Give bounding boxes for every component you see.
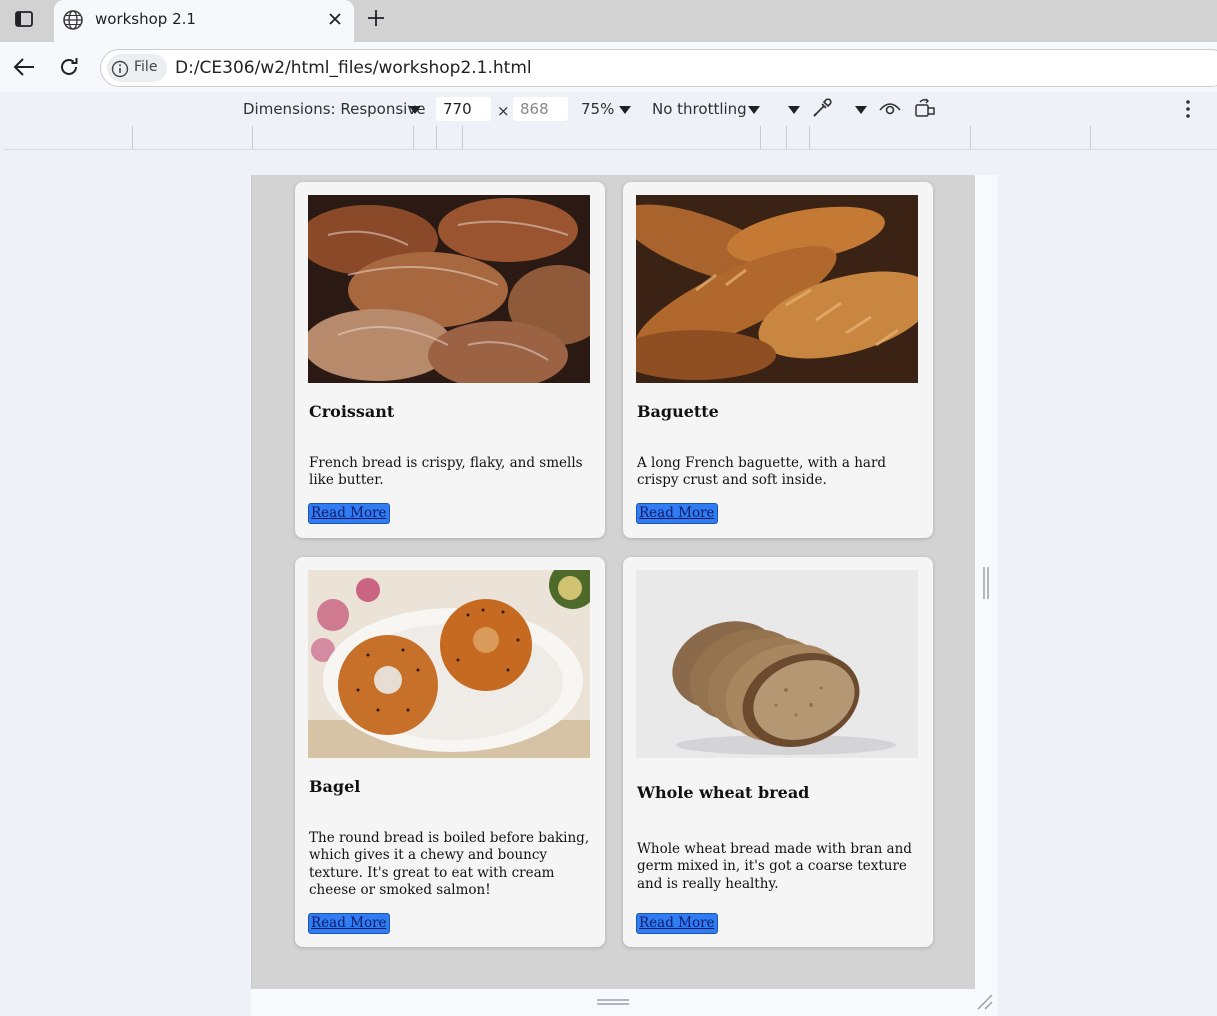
card-description: Whole wheat bread made with bran and ger…	[637, 841, 912, 892]
card-description: French bread is crispy, flaky, and smell…	[309, 455, 583, 489]
reload-icon[interactable]	[57, 55, 81, 79]
chevron-down-icon[interactable]	[408, 105, 422, 115]
info-icon	[111, 60, 129, 78]
rotate-device-icon[interactable]	[913, 97, 937, 119]
read-more-button[interactable]: Read More	[308, 913, 390, 934]
site-info-chip[interactable]: File	[107, 54, 167, 82]
browser-toolbar: File D:/CE306/w2/html_files/workshop2.1.…	[0, 42, 1217, 92]
product-card: Croissant French bread is crispy, flaky,…	[295, 182, 605, 538]
resize-handle-bottom[interactable]	[596, 998, 630, 1006]
card-description: A long French baguette, with a hard cris…	[637, 455, 887, 489]
close-tab-icon[interactable]	[325, 9, 345, 29]
chevron-down-icon[interactable]	[747, 105, 761, 115]
width-input[interactable]: 770	[436, 97, 491, 121]
product-card: Baguette A long French baguette, with a …	[623, 182, 933, 538]
globe-icon	[63, 10, 83, 30]
dimensions-dropdown[interactable]: Dimensions: Responsive	[243, 100, 425, 118]
media-query-ruler	[4, 126, 1217, 150]
chevron-down-icon[interactable]	[787, 105, 801, 115]
bagel-image	[308, 570, 590, 758]
back-arrow-icon[interactable]	[11, 55, 37, 79]
zoom-dropdown[interactable]: 75%	[581, 100, 614, 118]
tab-actions-icon[interactable]	[14, 9, 34, 29]
read-more-button[interactable]: Read More	[636, 913, 718, 934]
new-tab-icon[interactable]	[364, 6, 388, 30]
file-label: File	[134, 59, 158, 75]
croissant-image	[308, 195, 590, 383]
browser-tab[interactable]: workshop 2.1	[54, 0, 354, 42]
device-toolbar: Dimensions: Responsive 770 × 868 75% No …	[4, 92, 1217, 126]
more-options-icon[interactable]	[1184, 98, 1192, 120]
url-text[interactable]: D:/CE306/w2/html_files/workshop2.1.html	[175, 58, 532, 78]
chevron-down-icon[interactable]	[618, 105, 632, 115]
card-title: Baguette	[637, 402, 719, 421]
times-sign: ×	[497, 102, 510, 120]
resize-corner-icon[interactable]	[976, 994, 994, 1010]
resize-handle-right[interactable]	[982, 566, 990, 600]
product-card: Whole wheat bread Whole wheat bread made…	[623, 557, 933, 947]
device-viewport-frame: Croissant French bread is crispy, flaky,…	[251, 175, 998, 1016]
card-title: Bagel	[309, 777, 361, 796]
product-card: Bagel The round bread is boiled before b…	[295, 557, 605, 947]
baguette-image	[636, 195, 918, 383]
height-input[interactable]: 868	[513, 97, 568, 121]
tab-strip: workshop 2.1	[0, 0, 1217, 42]
eye-icon[interactable]	[878, 98, 902, 118]
throttling-dropdown[interactable]: No throttling	[652, 100, 747, 118]
card-title: Whole wheat bread	[637, 783, 810, 802]
whole-wheat-bread-image	[636, 570, 918, 758]
tab-title: workshop 2.1	[95, 10, 196, 28]
read-more-button[interactable]: Read More	[636, 503, 718, 524]
page-viewport: Croissant French bread is crispy, flaky,…	[251, 175, 975, 989]
card-title: Croissant	[309, 402, 395, 421]
address-bar[interactable]: File D:/CE306/w2/html_files/workshop2.1.…	[100, 49, 1217, 87]
chevron-down-icon[interactable]	[854, 105, 868, 115]
read-more-button[interactable]: Read More	[308, 503, 390, 524]
eyedropper-icon[interactable]	[811, 97, 833, 119]
card-description: The round bread is boiled before baking,…	[309, 830, 590, 899]
